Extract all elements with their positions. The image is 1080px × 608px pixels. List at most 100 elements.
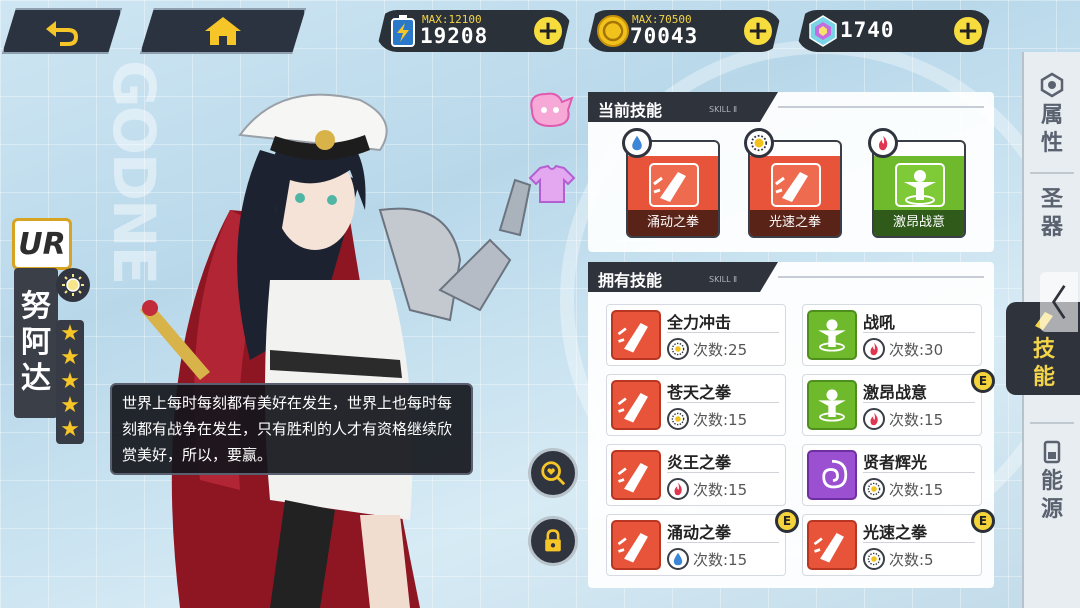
gem-value: 1740 (840, 18, 895, 42)
fist-skill-icon (611, 520, 661, 570)
fist-skill-icon (611, 380, 661, 430)
skill-name: 涌动之拳 (667, 523, 732, 542)
chevron-left-icon (1051, 285, 1066, 319)
sun-icon (750, 134, 768, 152)
current-skill-label: 光速之拳 (750, 210, 840, 236)
collapse-arrow[interactable] (1040, 272, 1078, 332)
element-badge (667, 548, 689, 570)
equipped-badge: E (971, 369, 995, 393)
skill-count: 次数:30 (889, 341, 944, 359)
character-name-char: 达 (21, 361, 51, 396)
tab-attributes[interactable]: 属 性 (1026, 72, 1078, 157)
fist-skill-icon (611, 450, 661, 500)
current-skills-tag: SKILL Ⅱ (709, 105, 738, 114)
element-badge (667, 338, 689, 360)
element-badge (667, 478, 689, 500)
fire-icon (879, 135, 888, 151)
view-button[interactable] (528, 448, 578, 498)
star-icon: ★ (60, 369, 80, 394)
sun-icon (671, 342, 685, 356)
emote-icon[interactable] (524, 88, 576, 132)
energy-resource: MAX:12100 19208 + (376, 10, 572, 52)
warcry-skill-icon (807, 310, 857, 360)
element-badge (56, 268, 90, 302)
current-skill-slot[interactable]: 光速之拳 (744, 128, 842, 238)
current-skill-label: 涌动之拳 (628, 210, 718, 236)
character-name-char: 努 (21, 289, 51, 324)
element-badge (863, 338, 885, 360)
skill-name: 激昂战意 (863, 383, 928, 402)
owned-skill-item[interactable]: 激昂战意 次数:15 E (802, 369, 995, 436)
equipped-badge: E (775, 509, 799, 533)
home-button[interactable] (140, 8, 306, 54)
battery-icon (386, 14, 420, 48)
water-drop-icon (632, 135, 642, 151)
lock-icon (545, 529, 561, 552)
crystal-icon (806, 14, 840, 48)
tab-label: 器 (1040, 214, 1063, 240)
current-skill-slot[interactable]: 激昂战意 (868, 128, 966, 238)
fire-icon (870, 412, 878, 426)
skill-count: 次数:15 (889, 481, 944, 499)
owned-skill-item[interactable]: 战吼 次数:30 (802, 304, 982, 366)
fist-skill-icon (649, 163, 699, 207)
fist-skill-icon (611, 310, 661, 360)
tab-label: 圣 (1040, 187, 1063, 212)
fire-icon (674, 482, 682, 496)
gem-resource: 1740 + (796, 10, 992, 52)
character-quote: 世界上每时每刻都有美好在发生，世界上也每时每刻都有战争在发生，只有胜利的人才有资… (110, 383, 473, 475)
fist-skill-icon (771, 163, 821, 207)
tab-label: 属 (1040, 103, 1063, 128)
rank-badge: UR (12, 218, 72, 270)
tab-label: 能 (1040, 469, 1063, 494)
star-icon: ★ (60, 345, 80, 370)
star-icon: ★ (60, 321, 80, 346)
sun-icon (62, 274, 84, 296)
sun-icon (671, 412, 685, 426)
panel-divider (778, 276, 984, 278)
back-button[interactable] (2, 8, 122, 54)
owned-skill-item[interactable]: 光速之拳 次数:5 E (802, 509, 995, 576)
element-badge (744, 128, 774, 158)
tab-label: 源 (1040, 496, 1063, 522)
tab-label: 性 (1040, 130, 1063, 156)
lock-button[interactable] (528, 516, 578, 566)
character-illustration (140, 93, 532, 608)
owned-skill-item[interactable]: 涌动之拳 次数:15 E (606, 509, 799, 576)
skill-name: 光速之拳 (863, 523, 928, 542)
fist-skill-icon (807, 520, 857, 570)
skill-name: 炎王之拳 (667, 453, 732, 472)
skill-count: 次数:5 (889, 551, 934, 569)
gold-add-button[interactable]: + (742, 15, 774, 47)
skill-count: 次数:15 (693, 411, 748, 429)
current-skill-label: 激昂战意 (874, 210, 964, 236)
skill-count: 次数:25 (693, 341, 748, 359)
owned-skill-item[interactable]: 贤者辉光 次数:15 (802, 444, 982, 506)
element-badge (863, 548, 885, 570)
outfit-icon[interactable] (526, 162, 578, 206)
gold-value: 70043 (630, 24, 699, 48)
owned-skill-item[interactable]: 全力冲击 次数:25 (606, 304, 786, 366)
fire-icon (870, 342, 878, 356)
sun-icon (867, 552, 881, 566)
energy-cell-icon (1043, 440, 1061, 464)
back-arrow-icon (42, 15, 82, 47)
gem-add-button[interactable]: + (952, 15, 984, 47)
star-icon: ★ (60, 393, 80, 418)
tab-artifact[interactable]: 圣 器 (1026, 186, 1078, 241)
star-rating: ★ ★ ★ ★ ★ (56, 320, 84, 444)
owned-skill-item[interactable]: 炎王之拳 次数:15 (606, 444, 786, 506)
spiral-skill-icon (807, 450, 857, 500)
tab-energy[interactable]: 能 源 (1026, 438, 1078, 523)
current-skill-slot[interactable]: 涌动之拳 (622, 128, 720, 238)
equipped-badge: E (971, 509, 995, 533)
owned-skills-title: 拥有技能 (588, 262, 778, 292)
owned-skill-item[interactable]: 苍天之拳 次数:15 (606, 374, 786, 436)
energy-value: 19208 (420, 24, 489, 48)
gold-coin-icon (596, 14, 630, 48)
home-icon (203, 15, 243, 47)
skill-name: 苍天之拳 (667, 383, 732, 402)
current-skills-title: 当前技能 (588, 92, 778, 122)
element-badge (868, 128, 898, 158)
energy-add-button[interactable]: + (532, 15, 564, 47)
